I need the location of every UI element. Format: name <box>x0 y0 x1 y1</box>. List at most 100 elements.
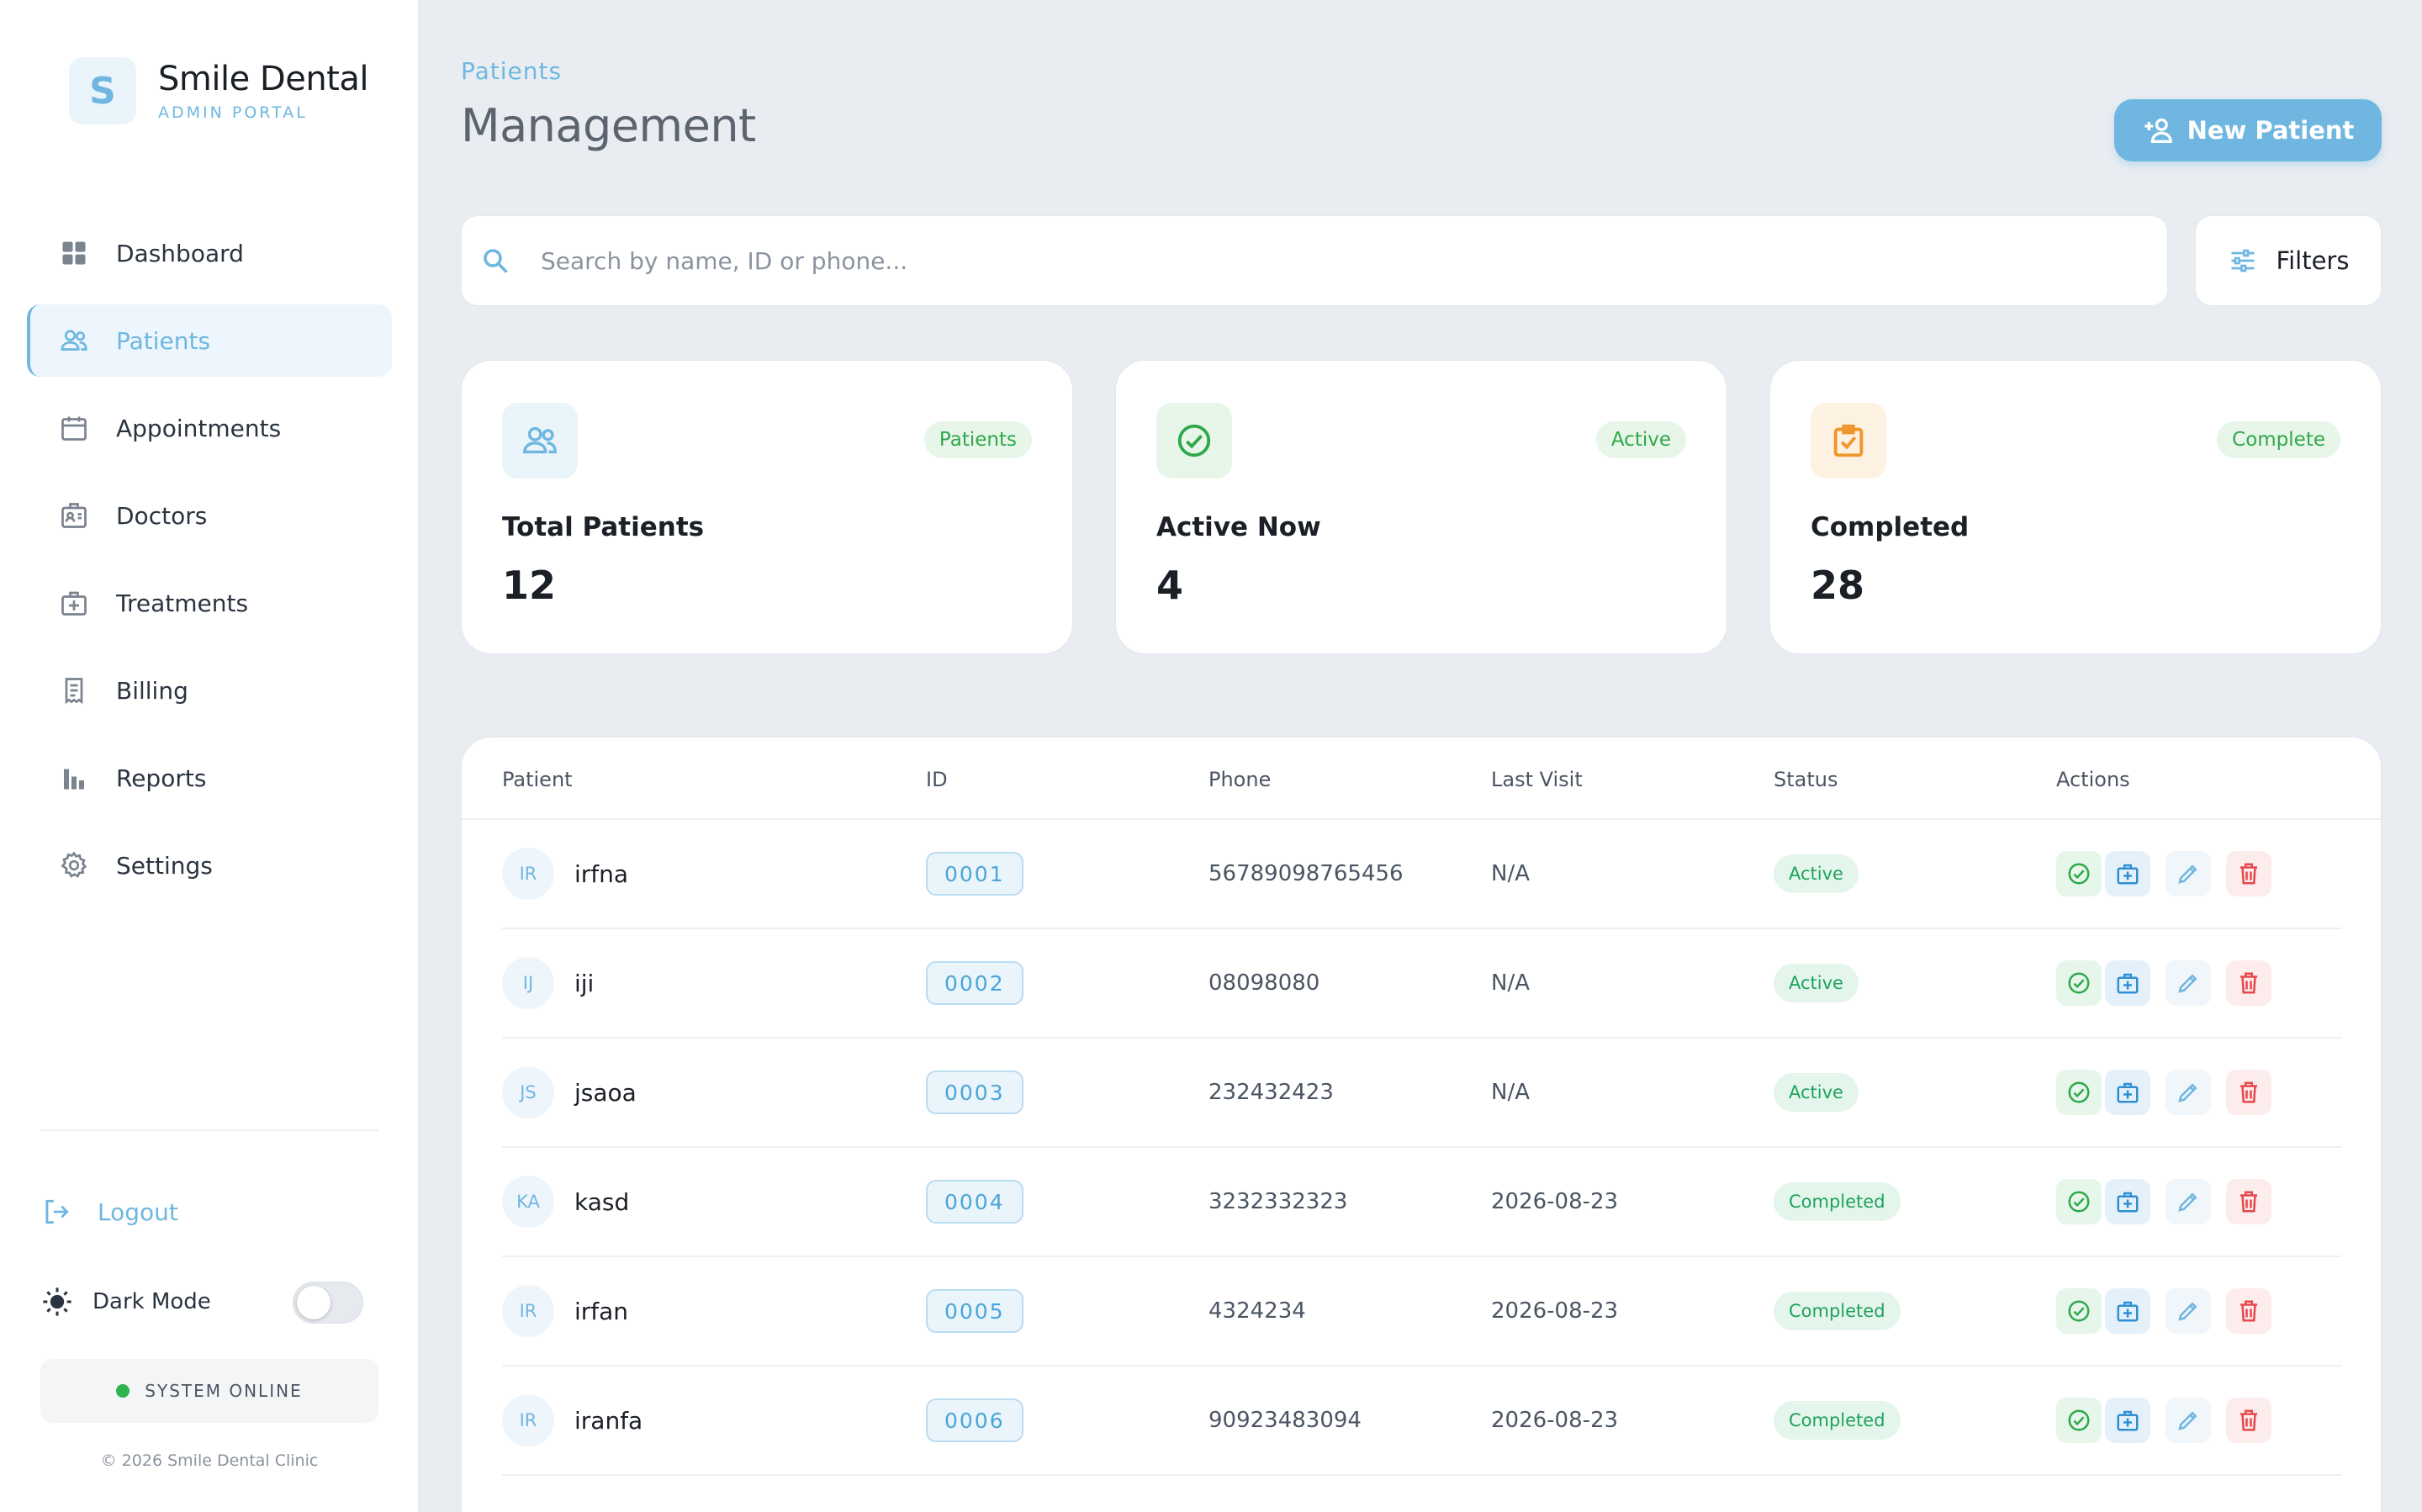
delete-button[interactable] <box>2226 1288 2271 1334</box>
sidebar-item-doctors[interactable]: Doctors <box>27 479 392 552</box>
check-circle-icon <box>2068 863 2090 885</box>
sidebar-item-billing[interactable]: Billing <box>27 654 392 727</box>
mark-complete-button[interactable] <box>2056 1288 2102 1334</box>
gear-icon <box>59 850 89 880</box>
brand[interactable]: S Smile Dental ADMIN PORTAL <box>69 57 368 124</box>
new-patient-button[interactable]: New Patient <box>2114 99 2382 161</box>
phone-cell: 90923483094 <box>1208 1408 1362 1433</box>
id-cell: 0002 <box>926 929 1023 1037</box>
actions-cell <box>2056 929 2287 1037</box>
table-row[interactable]: KA kasd 0004 3232332323 2026-08-23 Compl… <box>502 1148 2342 1257</box>
search-input[interactable] <box>541 246 2054 275</box>
mark-complete-button[interactable] <box>2056 851 2102 896</box>
table-header: Patient ID Phone Last Visit Status Actio… <box>462 737 2381 820</box>
patient-name[interactable]: jsaoa <box>574 1079 637 1107</box>
avatar: KA <box>502 1176 554 1228</box>
delete-button[interactable] <box>2226 851 2271 896</box>
receipt-icon <box>59 675 89 706</box>
check-circle-icon <box>2068 972 2090 994</box>
check-circle-icon <box>2068 1300 2090 1322</box>
stat-card-completed: Complete Completed 28 <box>1769 360 2382 654</box>
patient-id-badge: 0001 <box>926 852 1023 896</box>
new-patient-label: New Patient <box>2187 116 2355 145</box>
delete-button[interactable] <box>2226 1398 2271 1443</box>
actions-cell <box>2056 820 2287 928</box>
treatment-button[interactable] <box>2105 960 2150 1006</box>
patient-name[interactable]: iranfa <box>574 1407 643 1435</box>
delete-button[interactable] <box>2226 1179 2271 1224</box>
brand-logo: S <box>69 57 136 124</box>
avatar: IR <box>502 1285 554 1337</box>
patient-id-badge: 0004 <box>926 1180 1023 1224</box>
delete-button[interactable] <box>2226 960 2271 1006</box>
check-circle-icon <box>2068 1191 2090 1213</box>
check-circle-icon <box>2068 1409 2090 1431</box>
edit-button[interactable] <box>2166 851 2211 896</box>
system-status: SYSTEM ONLINE <box>40 1359 378 1423</box>
patient-name[interactable]: irfan <box>574 1298 628 1325</box>
mark-complete-button[interactable] <box>2056 1398 2102 1443</box>
search-bar <box>461 215 2168 306</box>
mark-complete-button[interactable] <box>2056 960 2102 1006</box>
medical-kit-icon <box>59 588 89 618</box>
sidebar-item-dashboard[interactable]: Dashboard <box>27 217 392 289</box>
status-badge: Active <box>1774 964 1859 1002</box>
patient-name[interactable]: iji <box>574 970 594 997</box>
table-row[interactable]: IJ iji 0002 08098080 N/A Active <box>502 929 2342 1039</box>
sidebar: S Smile Dental ADMIN PORTAL Dashboard Pa… <box>0 0 419 1512</box>
table-row[interactable]: JS jsaoa 0003 232432423 N/A Active <box>502 1039 2342 1148</box>
stat-label: Total Patients <box>502 512 705 542</box>
id-cell: 0004 <box>926 1148 1023 1256</box>
brand-name: Smile Dental <box>158 60 368 98</box>
table-row[interactable]: IR iranfa 0006 90923483094 2026-08-23 Co… <box>502 1367 2342 1476</box>
last-visit-cell: N/A <box>1491 970 1530 996</box>
pencil-icon <box>2178 864 2197 884</box>
stat-value: 12 <box>502 563 557 608</box>
edit-button[interactable] <box>2166 960 2211 1006</box>
treatment-button[interactable] <box>2105 851 2150 896</box>
users-icon <box>502 403 578 478</box>
patient-name[interactable]: kasd <box>574 1188 629 1216</box>
sidebar-item-treatments[interactable]: Treatments <box>27 567 392 639</box>
column-header-patient: Patient <box>502 768 573 791</box>
sidebar-item-settings[interactable]: Settings <box>27 829 392 901</box>
phone-cell: 56789098765456 <box>1208 861 1404 886</box>
sidebar-item-label: Dashboard <box>116 239 244 267</box>
treatment-button[interactable] <box>2105 1179 2150 1224</box>
filters-button[interactable]: Filters <box>2195 215 2382 306</box>
sidebar-item-patients[interactable]: Patients <box>27 304 392 377</box>
edit-button[interactable] <box>2166 1398 2211 1443</box>
last-visit-cell: 2026-08-23 <box>1491 1189 1619 1214</box>
check-circle-icon <box>1156 403 1232 478</box>
pencil-icon <box>2178 1302 2197 1321</box>
dark-mode-toggle[interactable] <box>293 1282 363 1324</box>
patient-id-badge: 0002 <box>926 961 1023 1005</box>
patient-name[interactable]: irfna <box>574 860 628 888</box>
doctor-badge-icon <box>59 500 89 531</box>
status-badge: Active <box>1774 1073 1859 1112</box>
breadcrumb[interactable]: Patients <box>461 57 562 85</box>
sidebar-item-label: Treatments <box>116 589 249 617</box>
column-header-id: ID <box>926 768 948 791</box>
treatment-button[interactable] <box>2105 1398 2150 1443</box>
toggle-knob <box>297 1286 331 1319</box>
check-circle-icon <box>2068 1081 2090 1103</box>
medical-kit-icon <box>2117 1082 2139 1103</box>
system-status-label: SYSTEM ONLINE <box>145 1381 303 1401</box>
treatment-button[interactable] <box>2105 1288 2150 1334</box>
delete-button[interactable] <box>2226 1070 2271 1115</box>
mark-complete-button[interactable] <box>2056 1179 2102 1224</box>
edit-button[interactable] <box>2166 1179 2211 1224</box>
edit-button[interactable] <box>2166 1070 2211 1115</box>
status-badge: Completed <box>1774 1292 1901 1330</box>
edit-button[interactable] <box>2166 1288 2211 1334</box>
table-row[interactable]: IR irfan 0005 4324234 2026-08-23 Complet… <box>502 1257 2342 1367</box>
logout-button[interactable]: Logout <box>40 1196 178 1228</box>
treatment-button[interactable] <box>2105 1070 2150 1115</box>
sun-icon <box>43 1287 71 1316</box>
table-row[interactable]: IR irfna 0001 56789098765456 N/A Active <box>502 820 2342 929</box>
trash-icon <box>2240 863 2257 885</box>
sidebar-item-appointments[interactable]: Appointments <box>27 392 392 464</box>
sidebar-item-reports[interactable]: Reports <box>27 742 392 814</box>
mark-complete-button[interactable] <box>2056 1070 2102 1115</box>
